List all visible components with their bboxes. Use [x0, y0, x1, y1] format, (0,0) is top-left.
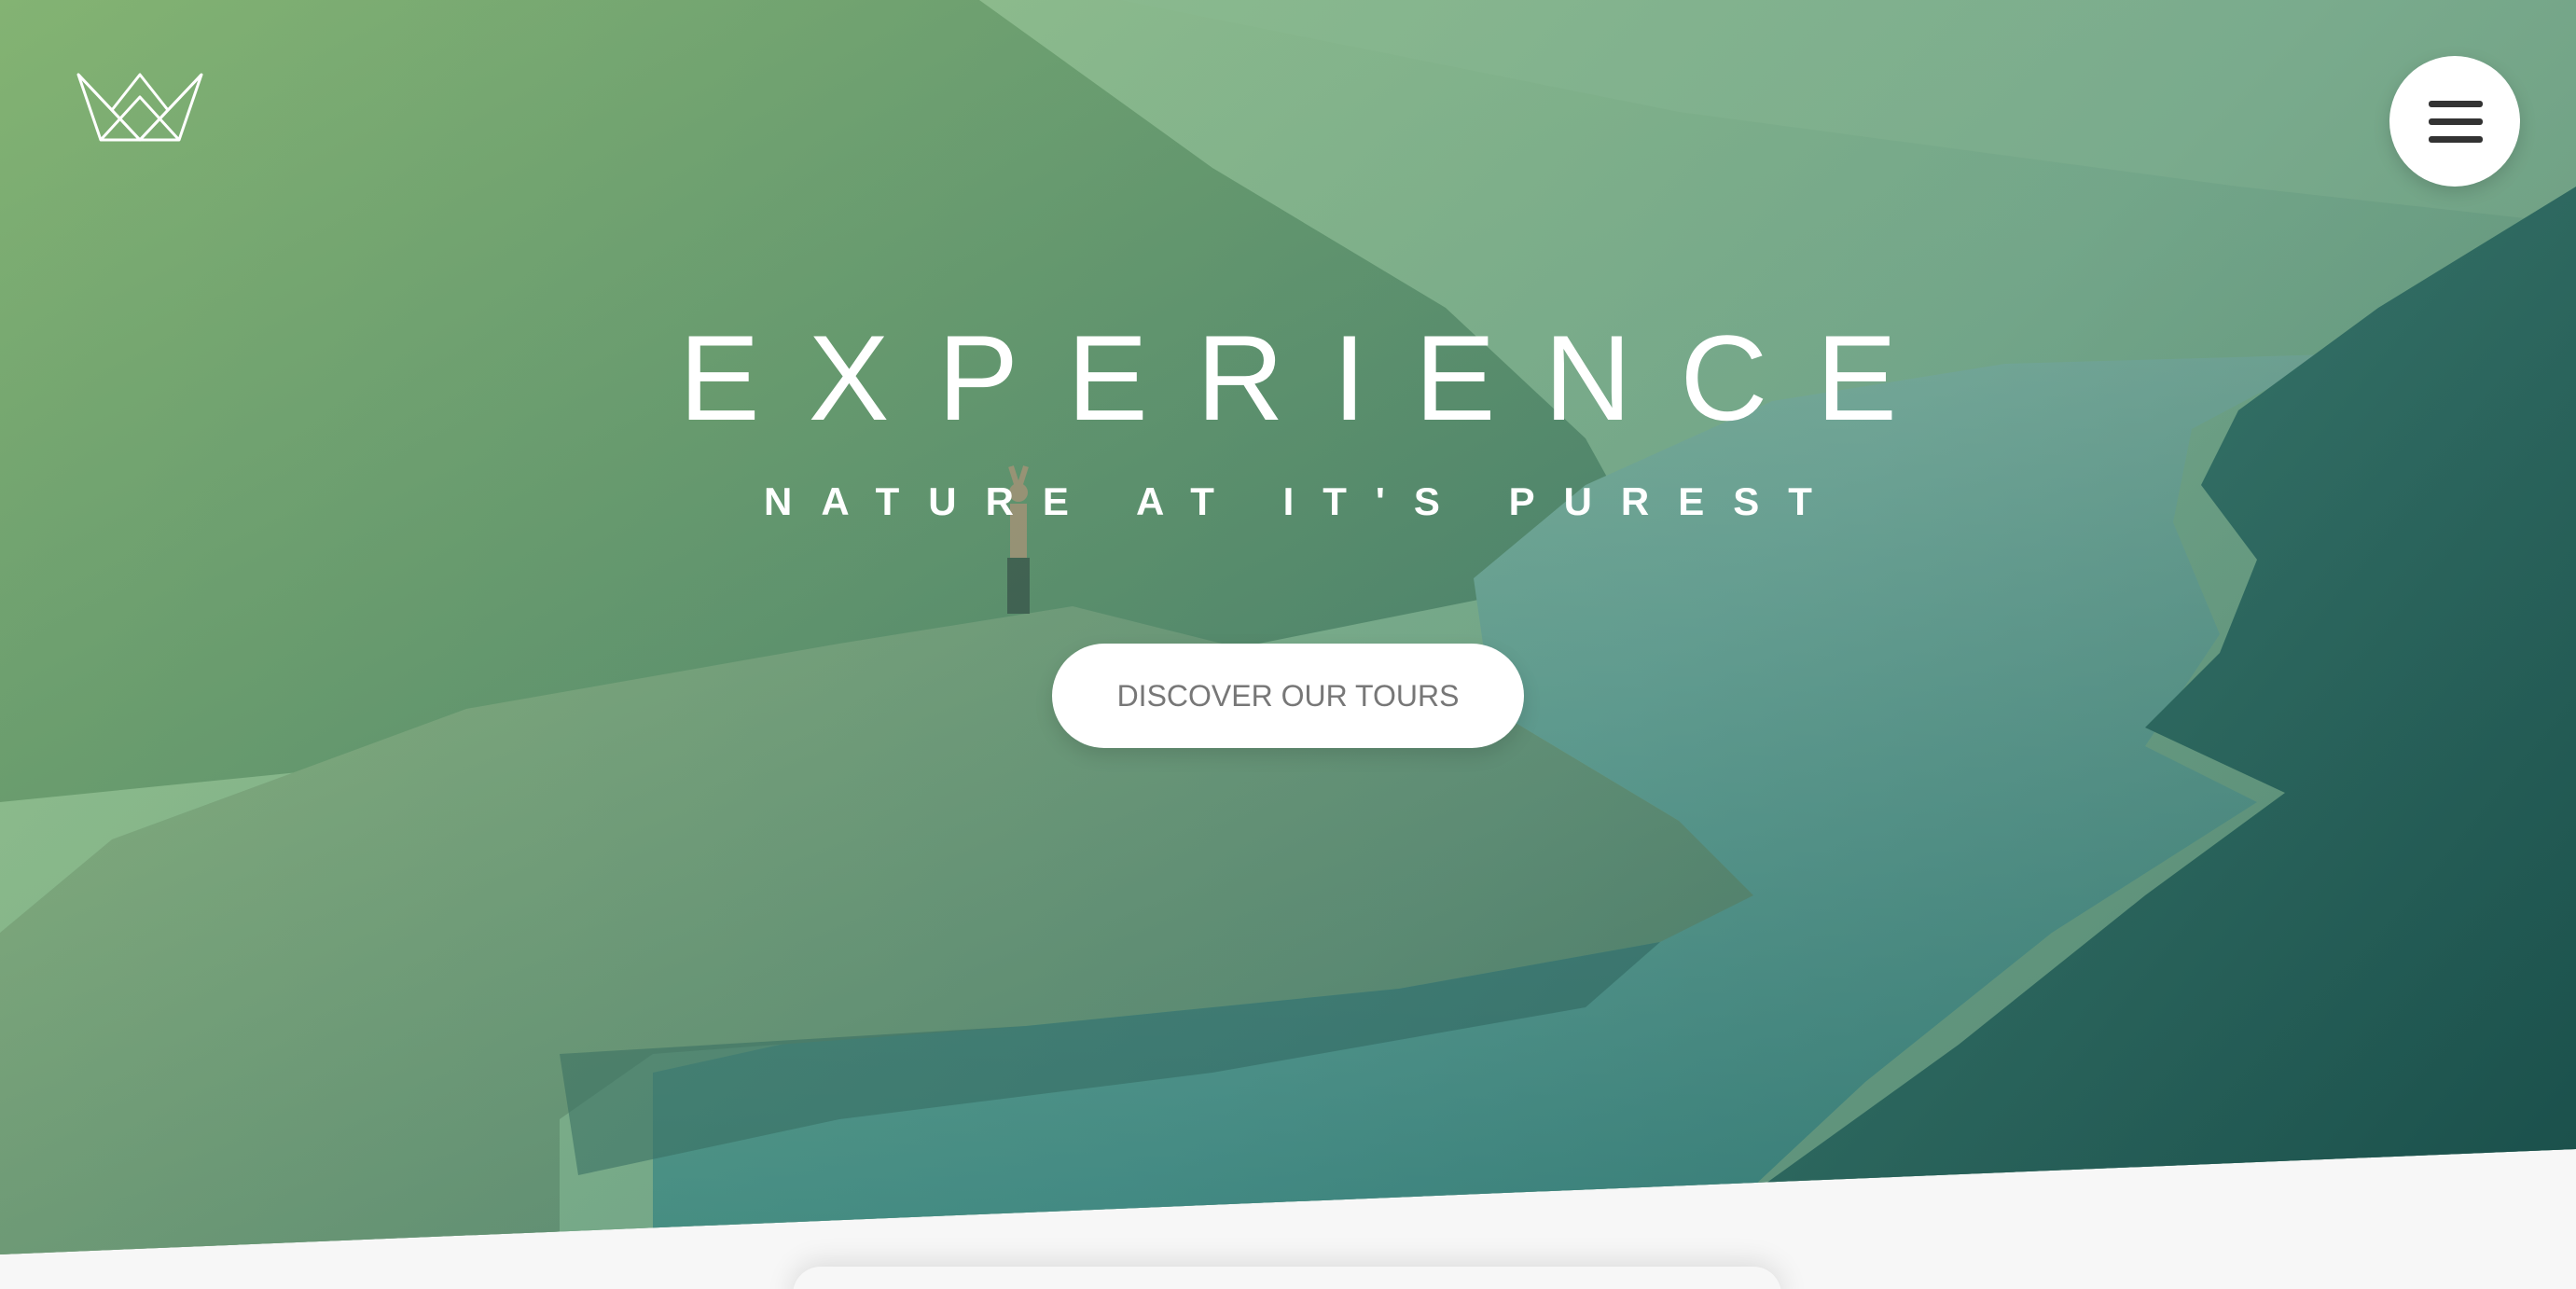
discover-tours-button[interactable]: DISCOVER OUR TOURS — [1052, 644, 1524, 748]
page: EXPERIENCE NATURE AT IT'S PUREST DISCOVE… — [0, 0, 2576, 1289]
hero-subheadline: NATURE AT IT'S PUREST — [764, 479, 1841, 523]
crown-icon[interactable] — [75, 69, 205, 144]
hero-headline: EXPERIENCE — [678, 310, 1946, 446]
hamburger-menu-button[interactable] — [2389, 56, 2520, 187]
hero-section: EXPERIENCE NATURE AT IT'S PUREST DISCOVE… — [0, 0, 2576, 1254]
content-card-top-edge — [793, 1267, 1781, 1289]
